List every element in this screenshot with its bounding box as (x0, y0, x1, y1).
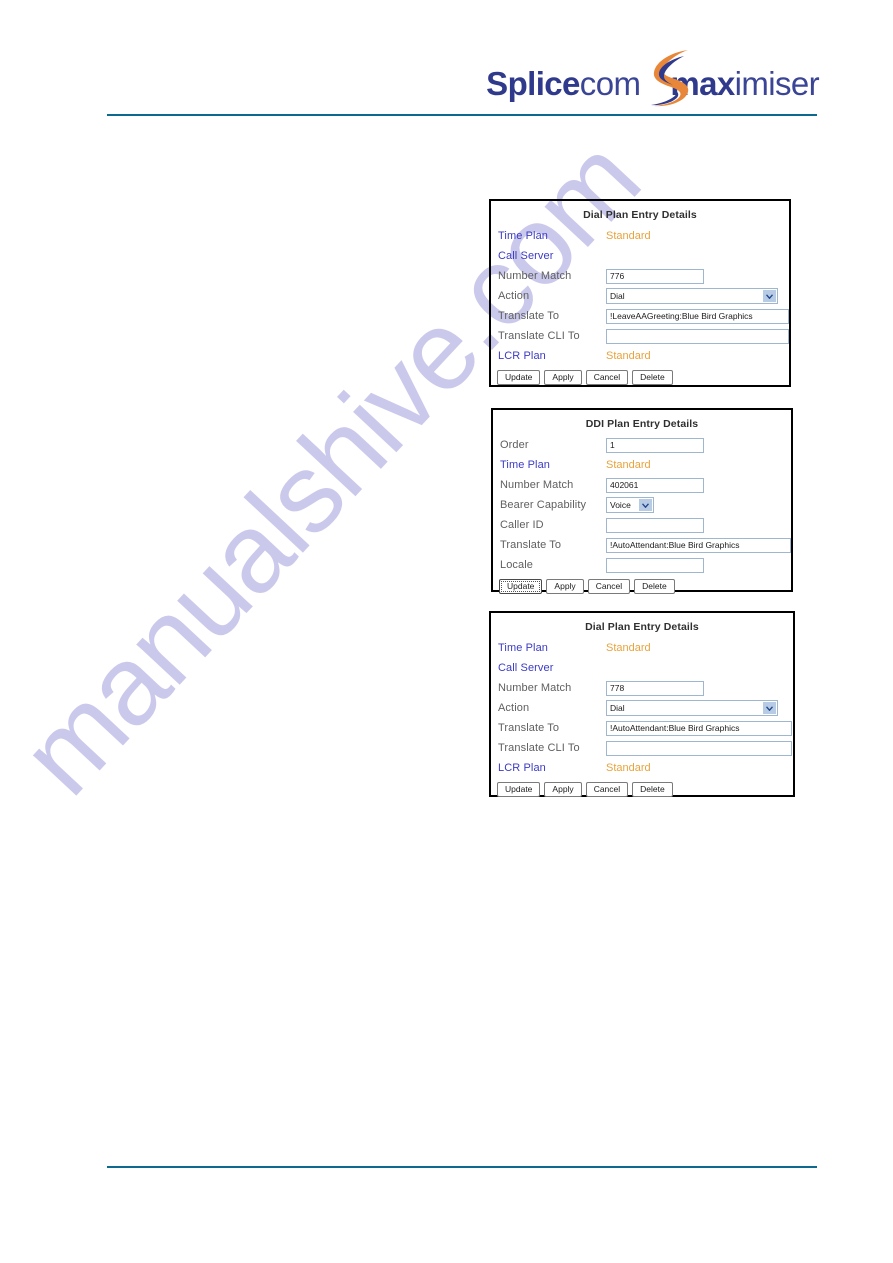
form-row-time-plan: Time Plan Standard (493, 455, 791, 475)
label-number-match: Number Match (498, 682, 572, 694)
logo-swoosh-icon (651, 50, 689, 107)
panel-button-row: Update Apply Cancel Delete (493, 575, 791, 598)
input-translate-to[interactable]: !AutoAttendant:Blue Bird Graphics (606, 537, 791, 553)
select-action[interactable]: Dial (606, 288, 778, 304)
input-caller-id[interactable] (606, 517, 704, 533)
input-locale[interactable] (606, 557, 704, 573)
form-row-lcr-plan: LCR Plan Standard (491, 758, 793, 778)
chevron-down-icon[interactable] (639, 499, 652, 511)
value-time-plan: Standard (606, 459, 651, 471)
form-row-locale: Locale (493, 555, 791, 575)
logo-imiser: imiser (734, 65, 820, 102)
form-row-number-match: Number Match 776 (491, 266, 789, 286)
input-translate-to[interactable]: !LeaveAAGreeting:Blue Bird Graphics (606, 308, 789, 324)
select-bearer-capability[interactable]: Voice (606, 497, 654, 513)
panel-rows: Order 1 Time Plan Standard Number Match … (493, 435, 791, 598)
form-row-translate-to: Translate To !AutoAttendant:Blue Bird Gr… (493, 535, 791, 555)
form-row-call-server: Call Server (491, 658, 793, 678)
panel-rows: Time Plan Standard Call Server Number Ma… (491, 226, 789, 389)
cancel-button[interactable]: Cancel (585, 370, 629, 385)
label-action: Action (498, 290, 530, 302)
form-row-translate-to: Translate To !AutoAttendant:Blue Bird Gr… (491, 718, 793, 738)
label-translate-to: Translate To (498, 722, 560, 734)
delete-button[interactable]: Delete (632, 782, 673, 797)
logo-com: com (579, 65, 641, 102)
header-rule (107, 114, 817, 116)
chevron-down-icon[interactable] (763, 290, 776, 302)
value-time-plan: Standard (606, 230, 651, 242)
input-order[interactable]: 1 (606, 437, 704, 453)
label-locale: Locale (500, 559, 534, 571)
label-call-server[interactable]: Call Server (498, 250, 606, 262)
panel-title: DDI Plan Entry Details (585, 418, 699, 430)
label-number-match: Number Match (500, 479, 574, 491)
update-button[interactable]: Update (497, 782, 541, 797)
label-lcr-plan[interactable]: LCR Plan (498, 350, 606, 362)
form-row-translate-to: Translate To !LeaveAAGreeting:Blue Bird … (491, 306, 789, 326)
label-caller-id: Caller ID (500, 519, 544, 531)
form-row-translate-cli-to: Translate CLI To (491, 738, 793, 758)
apply-button[interactable]: Apply (546, 579, 584, 594)
footer-rule (107, 1166, 817, 1168)
value-time-plan: Standard (606, 642, 651, 654)
panel-title: Dial Plan Entry Details (583, 209, 697, 221)
input-translate-to[interactable]: !AutoAttendant:Blue Bird Graphics (606, 720, 792, 736)
dial-plan-entry-details-panel-1: Dial Plan Entry Details Time Plan Standa… (489, 199, 791, 387)
logo-splice: Splice (486, 65, 580, 102)
form-row-action: Action Dial (491, 698, 793, 718)
form-row-call-server: Call Server (491, 246, 789, 266)
cancel-button[interactable]: Cancel (585, 782, 629, 797)
panel-button-row: Update Apply Cancel Delete (491, 778, 793, 801)
form-row-lcr-plan: LCR Plan Standard (491, 346, 789, 366)
input-number-match[interactable]: 402061 (606, 477, 704, 493)
form-row-time-plan: Time Plan Standard (491, 226, 789, 246)
form-row-number-match: Number Match 402061 (493, 475, 791, 495)
select-action[interactable]: Dial (606, 700, 778, 716)
label-call-server[interactable]: Call Server (498, 662, 606, 674)
input-number-match[interactable]: 778 (606, 680, 704, 696)
ddi-plan-entry-details-panel: DDI Plan Entry Details Order 1 Time Plan… (491, 408, 793, 594)
page-header: Splicecom maximiser (0, 0, 893, 130)
delete-button[interactable]: Delete (634, 579, 675, 594)
label-lcr-plan[interactable]: LCR Plan (498, 762, 606, 774)
form-row-bearer-capability: Bearer Capability Voice (493, 495, 791, 515)
delete-button[interactable]: Delete (632, 370, 673, 385)
label-translate-cli-to: Translate CLI To (498, 330, 580, 342)
update-button[interactable]: Update (497, 370, 541, 385)
cancel-button[interactable]: Cancel (587, 579, 631, 594)
select-action-value: Dial (610, 291, 625, 301)
form-row-number-match: Number Match 778 (491, 678, 793, 698)
label-order: Order (500, 439, 529, 451)
input-translate-cli-to[interactable] (606, 740, 792, 756)
splicecom-maximiser-logo: Splicecom maximiser (486, 50, 820, 107)
input-translate-cli-to[interactable] (606, 328, 789, 344)
select-bearer-capability-value: Voice (610, 500, 631, 510)
value-lcr-plan: Standard (606, 762, 651, 774)
input-number-match[interactable]: 776 (606, 268, 704, 284)
panel-title: Dial Plan Entry Details (585, 621, 699, 633)
label-time-plan[interactable]: Time Plan (498, 642, 606, 654)
form-row-time-plan: Time Plan Standard (491, 638, 793, 658)
form-row-caller-id: Caller ID (493, 515, 791, 535)
dial-plan-entry-details-panel-2: Dial Plan Entry Details Time Plan Standa… (489, 611, 795, 797)
label-translate-to: Translate To (498, 310, 560, 322)
value-lcr-plan: Standard (606, 350, 651, 362)
label-time-plan[interactable]: Time Plan (498, 230, 606, 242)
apply-button[interactable]: Apply (544, 370, 582, 385)
panel-button-row: Update Apply Cancel Delete (491, 366, 789, 389)
apply-button[interactable]: Apply (544, 782, 582, 797)
select-action-value: Dial (610, 703, 625, 713)
label-action: Action (498, 702, 530, 714)
label-translate-to: Translate To (500, 539, 562, 551)
chevron-down-icon[interactable] (763, 702, 776, 714)
label-bearer-capability: Bearer Capability (500, 499, 587, 511)
label-time-plan[interactable]: Time Plan (500, 459, 606, 471)
update-button[interactable]: Update (499, 579, 543, 594)
form-row-order: Order 1 (493, 435, 791, 455)
label-translate-cli-to: Translate CLI To (498, 742, 580, 754)
label-number-match: Number Match (498, 270, 572, 282)
form-row-translate-cli-to: Translate CLI To (491, 326, 789, 346)
form-row-action: Action Dial (491, 286, 789, 306)
panel-rows: Time Plan Standard Call Server Number Ma… (491, 638, 793, 801)
